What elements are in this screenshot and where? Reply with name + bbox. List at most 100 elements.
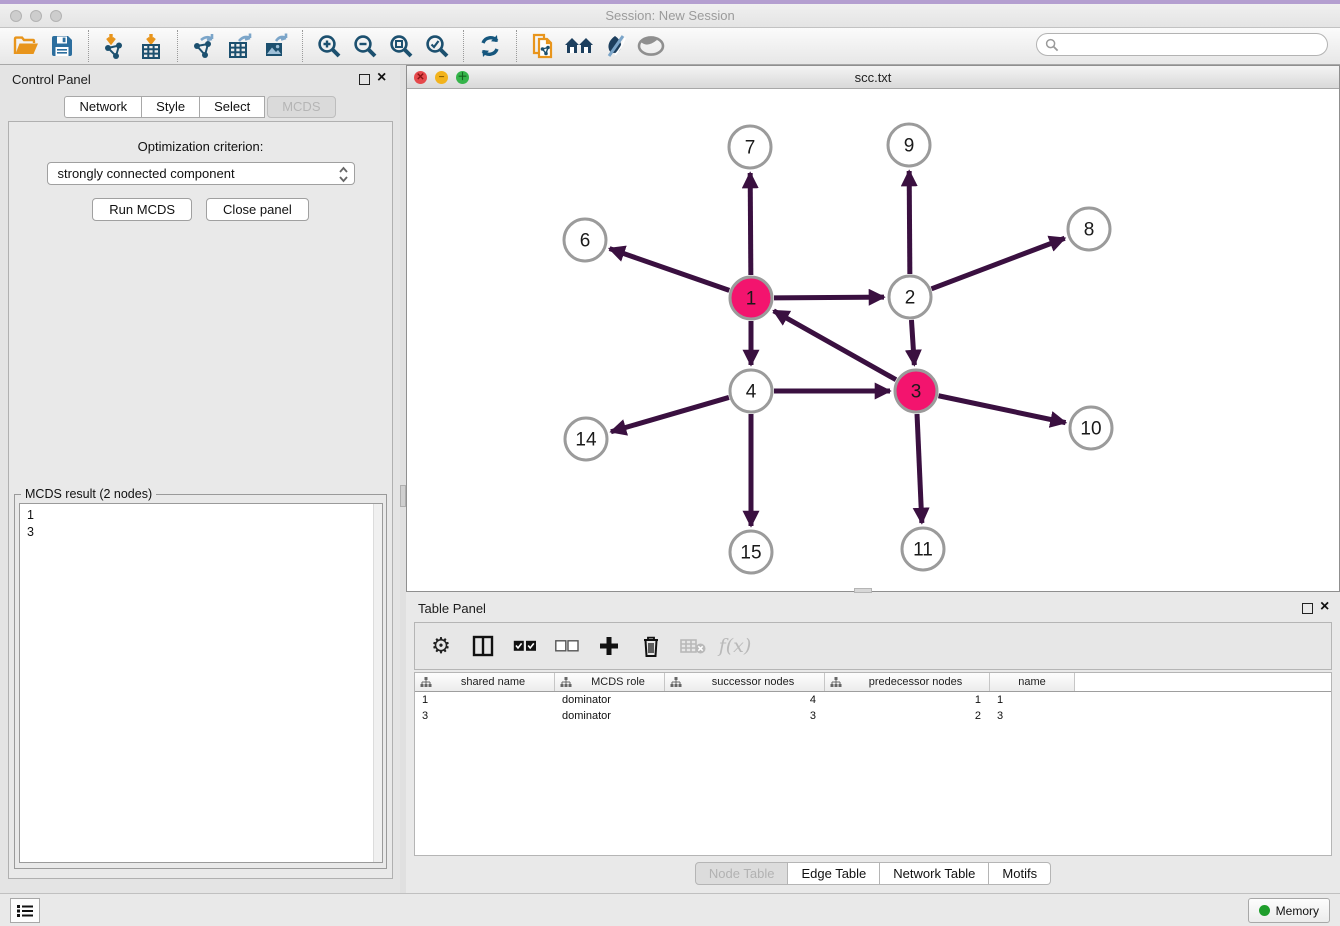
- hide-graphics-details-icon[interactable]: [597, 31, 633, 61]
- tab-motifs[interactable]: Motifs: [989, 862, 1051, 885]
- zoom-in-icon[interactable]: [311, 31, 347, 61]
- column-type-icon: [420, 676, 432, 688]
- zoom-out-icon[interactable]: [347, 31, 383, 61]
- delete-table-icon[interactable]: [679, 632, 707, 660]
- horizontal-splitter-handle[interactable]: [854, 588, 872, 593]
- cell-predecessor-nodes[interactable]: 1: [825, 692, 990, 708]
- zoom-fit-icon[interactable]: [383, 31, 419, 61]
- network-graph[interactable]: 7968124314101511: [407, 89, 1339, 591]
- cell-mcds-role[interactable]: dominator: [555, 692, 665, 708]
- toolbar-separator: [516, 30, 517, 62]
- function-builder-icon[interactable]: f(x): [721, 632, 749, 660]
- delete-column-icon[interactable]: [637, 632, 665, 660]
- cell-shared-name[interactable]: 3: [415, 708, 555, 724]
- col-header-shared-name[interactable]: shared name: [415, 673, 555, 691]
- mcds-result-textarea[interactable]: 1 3: [19, 503, 383, 863]
- table-settings-icon[interactable]: ⚙: [427, 632, 455, 660]
- table-header-row: shared name MCDS role successor nodes pr…: [415, 673, 1331, 692]
- graph-edge-3-1[interactable]: [774, 311, 896, 380]
- graph-edge-2-8[interactable]: [932, 238, 1065, 289]
- show-panels-button[interactable]: [10, 898, 40, 923]
- float-panel-icon[interactable]: [359, 74, 370, 85]
- memory-label: Memory: [1276, 904, 1319, 918]
- cell-name[interactable]: 3: [990, 708, 1075, 724]
- deselect-all-columns-icon[interactable]: [553, 632, 581, 660]
- add-column-icon[interactable]: [595, 632, 623, 660]
- graph-node-label-9: 9: [904, 136, 915, 157]
- cell-successor-nodes[interactable]: 4: [665, 692, 825, 708]
- import-network-icon[interactable]: [97, 31, 133, 61]
- col-header-name[interactable]: name: [990, 673, 1075, 691]
- clone-network-icon[interactable]: [525, 31, 561, 61]
- run-mcds-button[interactable]: Run MCDS: [92, 198, 192, 221]
- table-tabs: Node Table Edge Table Network Table Moti…: [406, 862, 1340, 885]
- graph-edge-2-3[interactable]: [911, 320, 914, 365]
- tab-select[interactable]: Select: [200, 96, 265, 118]
- graph-node-label-7: 7: [745, 138, 756, 159]
- close-table-panel-icon[interactable]: ×: [1320, 598, 1329, 616]
- tab-edge-table[interactable]: Edge Table: [788, 862, 880, 885]
- refresh-layout-icon[interactable]: [472, 31, 508, 61]
- mcds-result-group: MCDS result (2 nodes) 1 3: [14, 494, 387, 869]
- float-table-panel-icon[interactable]: [1302, 603, 1313, 614]
- graph-edge-3-10[interactable]: [939, 396, 1066, 423]
- export-table-icon[interactable]: [222, 31, 258, 61]
- result-scrollbar[interactable]: [373, 504, 382, 862]
- tab-style[interactable]: Style: [142, 96, 200, 118]
- birds-eye-view-icon[interactable]: [633, 31, 669, 61]
- col-header-successor-nodes[interactable]: successor nodes: [665, 673, 825, 691]
- graph-edge-3-11[interactable]: [917, 414, 922, 523]
- toolbar-separator: [463, 30, 464, 62]
- tab-network-table[interactable]: Network Table: [880, 862, 989, 885]
- result-line: 1: [27, 507, 382, 524]
- graph-node-label-3: 3: [911, 382, 922, 403]
- tab-node-table[interactable]: Node Table: [695, 862, 789, 885]
- mcds-result-title: MCDS result (2 nodes): [21, 487, 156, 501]
- cell-name[interactable]: 1: [990, 692, 1075, 708]
- close-panel-icon[interactable]: ×: [377, 69, 386, 87]
- main-toolbar: [0, 28, 1340, 65]
- graph-node-label-10: 10: [1080, 419, 1101, 440]
- show-columns-icon[interactable]: [469, 632, 497, 660]
- table-row[interactable]: 1 dominator 4 1 1: [415, 692, 1331, 708]
- table-panel: Table Panel × ⚙ f(x): [406, 594, 1340, 893]
- cell-shared-name[interactable]: 1: [415, 692, 555, 708]
- memory-button[interactable]: Memory: [1248, 898, 1330, 923]
- select-all-columns-icon[interactable]: [511, 632, 539, 660]
- tab-network[interactable]: Network: [64, 96, 142, 118]
- table-row[interactable]: 3 dominator 3 2 3: [415, 708, 1331, 724]
- cell-predecessor-nodes[interactable]: 2: [825, 708, 990, 724]
- export-image-icon[interactable]: [258, 31, 294, 61]
- control-panel: Control Panel × Network Style Select MCD…: [0, 65, 400, 893]
- graph-edge-4-14[interactable]: [611, 397, 729, 431]
- open-session-icon[interactable]: [8, 31, 44, 61]
- control-panel-header: Control Panel ×: [0, 65, 400, 93]
- close-panel-button[interactable]: Close panel: [206, 198, 309, 221]
- graph-edge-1-6[interactable]: [610, 249, 730, 291]
- column-type-icon: [670, 676, 682, 688]
- window-titlebar: Session: New Session: [0, 4, 1340, 28]
- import-table-icon[interactable]: [133, 31, 169, 61]
- status-bar: Memory: [0, 893, 1340, 926]
- graph-edge-1-7[interactable]: [750, 173, 751, 275]
- save-session-icon[interactable]: [44, 31, 80, 61]
- graph-node-label-8: 8: [1084, 220, 1095, 241]
- result-line: 3: [27, 524, 382, 541]
- graph-node-label-11: 11: [913, 540, 933, 561]
- search-field[interactable]: [1036, 33, 1328, 56]
- cell-successor-nodes[interactable]: 3: [665, 708, 825, 724]
- mcds-panel: Optimization criterion: strongly connect…: [8, 121, 393, 879]
- col-header-mcds-role[interactable]: MCDS role: [555, 673, 665, 691]
- toolbar-separator: [88, 30, 89, 62]
- col-header-predecessor-nodes[interactable]: predecessor nodes: [825, 673, 990, 691]
- cell-mcds-role[interactable]: dominator: [555, 708, 665, 724]
- zoom-selected-icon[interactable]: [419, 31, 455, 61]
- graph-edge-1-2[interactable]: [774, 297, 884, 298]
- export-network-icon[interactable]: [186, 31, 222, 61]
- reset-view-icon[interactable]: [561, 31, 597, 61]
- criterion-dropdown[interactable]: strongly connected component: [47, 162, 355, 185]
- graph-edge-2-9[interactable]: [909, 171, 910, 274]
- criterion-value: strongly connected component: [58, 166, 235, 181]
- table-toolbar: ⚙ f(x): [414, 622, 1332, 670]
- tab-mcds[interactable]: MCDS: [267, 96, 335, 118]
